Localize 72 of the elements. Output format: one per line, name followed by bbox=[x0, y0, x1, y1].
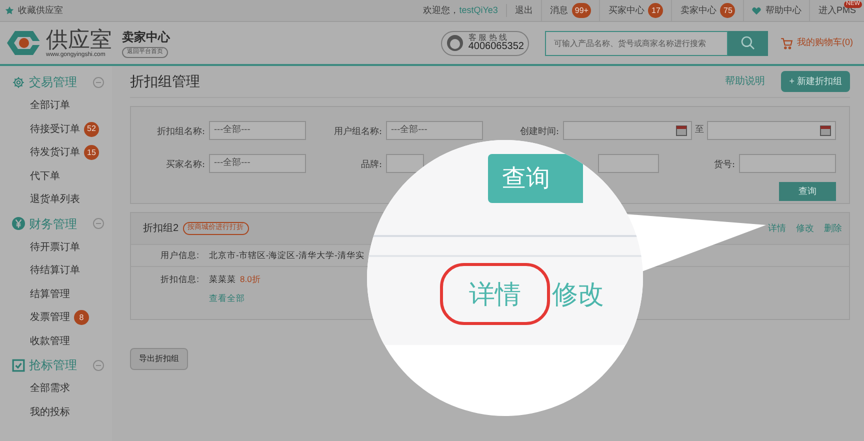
collapse-icon[interactable] bbox=[93, 76, 104, 88]
field-label: 货号: bbox=[714, 160, 735, 170]
field-label: 品牌: bbox=[360, 160, 382, 170]
count-badge: 15 bbox=[84, 145, 99, 160]
hotline-label: 客 服 热 线 bbox=[468, 34, 508, 42]
top-link[interactable]: 帮助中心 bbox=[743, 0, 810, 21]
logo-name: 供应室 bbox=[46, 28, 112, 52]
top-link[interactable]: 买家中心 17 bbox=[599, 0, 672, 21]
sidebar-item[interactable]: 退货单列表 bbox=[30, 192, 80, 208]
input-field[interactable] bbox=[598, 154, 659, 172]
group-name: 折扣组2 bbox=[143, 222, 179, 236]
collapse-icon[interactable] bbox=[93, 360, 104, 370]
export-button[interactable]: 导出折扣组 bbox=[130, 348, 188, 370]
welcome-text: 欢迎您， bbox=[423, 4, 460, 17]
sidebar-item[interactable]: 发票管理 bbox=[30, 310, 70, 326]
sidebar-item[interactable]: 待发货订单 bbox=[30, 145, 80, 160]
input-field[interactable] bbox=[739, 154, 836, 172]
field-label: 用户组名称: bbox=[334, 127, 382, 137]
input-field[interactable]: ---全部--- bbox=[209, 120, 306, 140]
hotline-number: 4006065352 bbox=[468, 42, 524, 52]
product-name: 菜菜菜 bbox=[209, 273, 236, 286]
top-link[interactable]: 消息 99+ bbox=[540, 0, 600, 21]
date-field[interactable] bbox=[563, 120, 692, 140]
input-field[interactable]: ---全部--- bbox=[209, 154, 306, 172]
headset-icon bbox=[446, 34, 464, 52]
heart-icon bbox=[752, 6, 762, 14]
yen-icon bbox=[12, 217, 25, 230]
input-field[interactable] bbox=[386, 154, 424, 172]
info-label: 折扣信息: bbox=[160, 273, 199, 286]
gear-icon bbox=[12, 76, 25, 88]
calendar-icon bbox=[676, 124, 687, 136]
sidebar-item[interactable]: 我的投标 bbox=[30, 404, 70, 420]
sidebar-item[interactable]: 结算管理 bbox=[30, 286, 70, 302]
sidebar-item[interactable]: 代下单 bbox=[30, 168, 60, 184]
checkbox-icon bbox=[12, 358, 25, 372]
bookmark-link[interactable]: 收藏供应室 bbox=[18, 4, 63, 18]
sidebar-item[interactable]: 全部需求 bbox=[30, 381, 70, 396]
field-label: 折扣组名称: bbox=[156, 127, 205, 137]
logo-icon bbox=[7, 29, 41, 57]
field-label: 买家名称: bbox=[166, 160, 205, 170]
sidebar-item[interactable]: 收款管理 bbox=[30, 334, 70, 349]
top-link[interactable]: 卖家中心 75 bbox=[671, 0, 744, 21]
search-button[interactable] bbox=[728, 30, 768, 56]
info-label: 用户信息: bbox=[160, 249, 199, 262]
sidebar-item[interactable]: 待结算订单 bbox=[30, 263, 80, 278]
star-icon bbox=[5, 6, 14, 15]
count-badge: 52 bbox=[84, 122, 99, 137]
count-badge: 17 bbox=[648, 3, 664, 18]
cart-icon bbox=[780, 36, 793, 50]
date-field[interactable] bbox=[707, 120, 836, 140]
field-label: 创建时间: bbox=[520, 127, 559, 137]
input-field[interactable]: ---全部--- bbox=[386, 120, 483, 140]
sidebar-item[interactable]: 待开票订单 bbox=[30, 240, 80, 255]
new-group-button[interactable]: + 新建折扣组 bbox=[781, 71, 850, 92]
query-button[interactable]: 查询 bbox=[488, 154, 583, 203]
query-button[interactable]: 查询 bbox=[779, 182, 836, 201]
center-title: 卖家中心 bbox=[122, 29, 170, 46]
discount-value: 8.0折 bbox=[240, 273, 261, 286]
sidebar-item[interactable]: 待接受订单 bbox=[30, 122, 80, 137]
collapse-icon[interactable] bbox=[93, 218, 104, 229]
calendar-icon bbox=[820, 124, 831, 136]
logout-link[interactable]: 退出 bbox=[506, 4, 533, 18]
count-badge: 99+ bbox=[572, 3, 592, 18]
search-field[interactable]: 可输入产品名称、货号或商家名称进行搜索 bbox=[545, 30, 728, 56]
range-separator: 至 bbox=[695, 123, 704, 136]
search-icon bbox=[740, 35, 756, 51]
info-value: 北京市-市辖区-海淀区-清华大学-清华实 bbox=[209, 249, 364, 262]
sidebar-item[interactable]: 全部订单 bbox=[30, 98, 70, 114]
cart-link[interactable]: 我的购物车(0) bbox=[780, 36, 853, 50]
page-title: 折扣组管理 bbox=[130, 72, 200, 91]
count-badge: 75 bbox=[720, 3, 736, 18]
count-badge: 8 bbox=[74, 310, 89, 326]
